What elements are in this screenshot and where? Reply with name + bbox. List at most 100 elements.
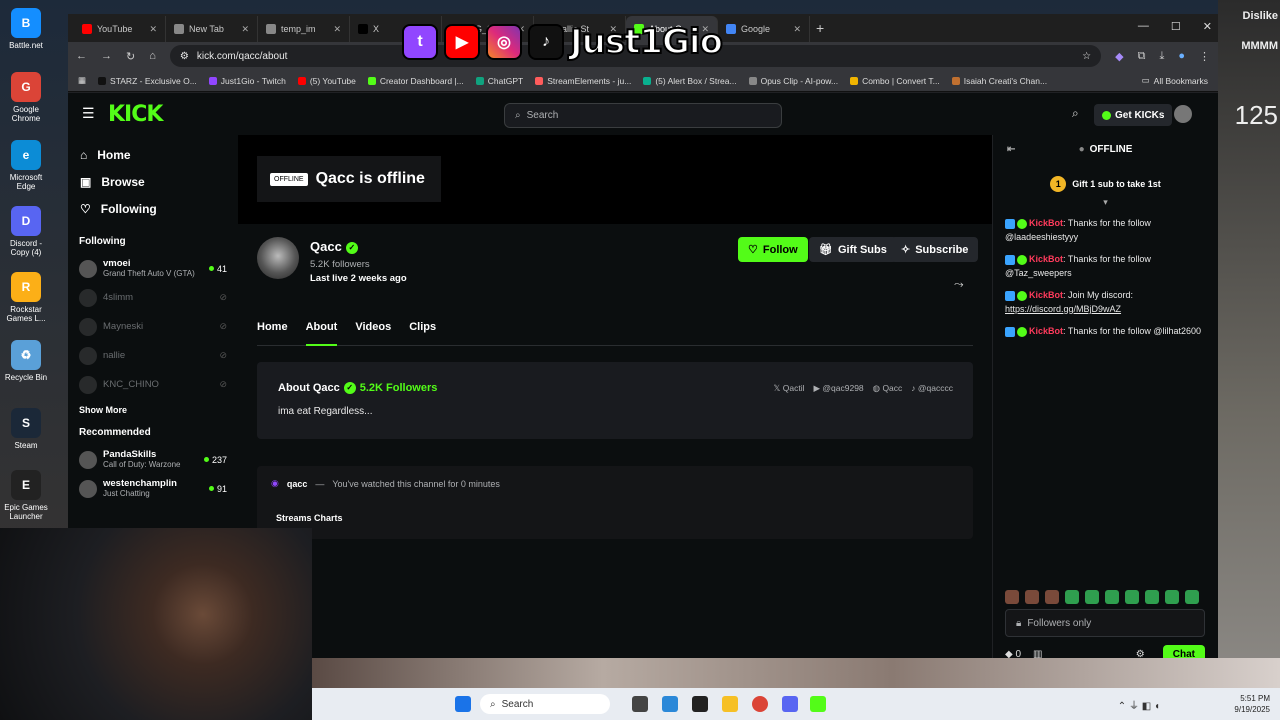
emote-icon[interactable] <box>1105 590 1119 604</box>
desktop-icon[interactable]: E Epic Games Launcher <box>4 470 48 521</box>
emote-icon[interactable] <box>1085 590 1099 604</box>
channel-item[interactable]: westenchamplin Just Chatting 91 <box>68 474 238 503</box>
tab-home[interactable]: Home <box>257 321 288 346</box>
channel-item[interactable]: Mayneski ⊘ <box>68 312 238 341</box>
channel-item[interactable]: nallie ⊘ <box>68 341 238 370</box>
sidebar-item-home[interactable]: ⌂ Home <box>68 141 238 168</box>
desktop-icon[interactable]: R Rockstar Games L... <box>4 272 48 323</box>
store-icon[interactable]: ▥ <box>1033 649 1042 659</box>
streams-charts-link[interactable]: Streams Charts <box>276 513 343 523</box>
tab-clips[interactable]: Clips <box>409 321 436 346</box>
chat-username[interactable]: KickBot <box>1029 326 1063 336</box>
search-input[interactable]: ⌕ Search <box>504 103 782 128</box>
obs-icon[interactable] <box>692 696 708 712</box>
desktop-icon[interactable]: B Battle.net <box>4 8 48 50</box>
share-icon[interactable]: ⤳ <box>954 277 964 292</box>
show-more-button[interactable]: Show More <box>68 399 238 421</box>
channel-avatar[interactable] <box>257 237 299 279</box>
desktop-icon[interactable]: ♻ Recycle Bin <box>4 340 48 382</box>
gift-leader-bar[interactable]: 1 Gift 1 sub to take 1st <box>993 171 1218 197</box>
close-tab-icon[interactable]: ✕ <box>333 24 341 35</box>
discord-icon[interactable] <box>782 696 798 712</box>
new-tab-icon[interactable]: + <box>816 20 824 36</box>
emote-icon[interactable] <box>1145 590 1159 604</box>
collapse-chat-icon[interactable]: ⇤ <box>1007 144 1015 155</box>
desktop-icon[interactable]: G Google Chrome <box>4 72 48 123</box>
desktop-icon[interactable]: S Steam <box>4 408 48 450</box>
site-info-icon[interactable]: ⚙ <box>180 51 189 62</box>
forward-icon[interactable]: → <box>101 50 112 62</box>
emote-icon[interactable] <box>1045 590 1059 604</box>
profile-icon[interactable]: ● <box>1178 50 1185 62</box>
bookmark-item[interactable]: Creator Dashboard |... <box>367 76 464 86</box>
tiktok-link[interactable]: ♪ @qacccc <box>911 383 953 394</box>
bookmark-item[interactable]: STARZ - Exclusive O... <box>98 76 197 86</box>
bookmark-star-icon[interactable]: ☆ <box>1082 51 1091 62</box>
desktop-icon[interactable]: D Discord - Copy (4) <box>4 206 48 257</box>
browser-tab[interactable]: YouTube ✕ <box>74 16 166 42</box>
extension-icon[interactable]: ◆ <box>1115 50 1123 63</box>
apps-icon[interactable]: ▦ <box>78 75 86 86</box>
settings-icon[interactable]: ⚙ <box>1136 649 1145 659</box>
bookmark-item[interactable]: Combo | Convert T... <box>850 76 940 86</box>
tray-icons[interactable]: ⌃ ⏚ ◧ ◖ <box>1118 697 1160 712</box>
windows-start-icon[interactable] <box>455 696 471 712</box>
x-link[interactable]: 𝕏 Qactil <box>774 383 805 394</box>
search-icon[interactable]: ⌕ <box>1072 106 1079 121</box>
emote-icon[interactable] <box>1065 590 1079 604</box>
bookmark-item[interactable]: Isaiah Creati's Chan... <box>951 76 1047 86</box>
menu-icon[interactable]: ⋮ <box>1199 50 1210 63</box>
close-tab-icon[interactable]: ✕ <box>793 24 801 35</box>
sidebar-item-browse[interactable]: ▣ Browse <box>68 168 238 195</box>
download-icon[interactable]: ⤓ <box>1159 50 1164 63</box>
channel-item[interactable]: vmoei Grand Theft Auto V (GTA) 41 <box>68 254 238 283</box>
close-icon[interactable]: ✕ <box>1203 20 1212 33</box>
reload-icon[interactable]: ↻ <box>126 50 135 63</box>
chat-send-button[interactable]: Chat <box>1162 644 1205 658</box>
avatar[interactable] <box>1174 105 1192 123</box>
emote-icon[interactable] <box>1185 590 1199 604</box>
task-view-icon[interactable] <box>632 696 648 712</box>
chrome-icon[interactable] <box>752 696 768 712</box>
chat-input[interactable]: 🔒︎ Followers only <box>1005 609 1205 637</box>
browser-tab[interactable]: temp_im ✕ <box>258 16 350 42</box>
expand-icon[interactable]: ▾ <box>993 197 1218 208</box>
subscribe-button[interactable]: ✧ Subscribe <box>891 237 979 262</box>
copilot-icon[interactable] <box>662 696 678 712</box>
bookmark-item[interactable]: (5) Alert Box / Strea... <box>643 76 737 86</box>
maximize-icon[interactable]: ☐ <box>1171 20 1181 33</box>
gift-subs-button[interactable]: 🎁︎ Gift Subs <box>809 237 897 262</box>
hamburger-menu-icon[interactable]: ☰ <box>82 105 95 122</box>
clock[interactable]: 5:51 PM 9/19/2025 <box>1234 693 1270 715</box>
tab-about[interactable]: About <box>305 321 338 346</box>
bookmark-item[interactable]: Opus Clip - AI-pow... <box>748 76 838 86</box>
bookmark-item[interactable]: StreamElements - ju... <box>535 76 631 86</box>
home-icon[interactable]: ⌂ <box>149 50 156 62</box>
bookmark-item[interactable]: (5) YouTube <box>297 76 356 86</box>
kick-logo[interactable]: KICK <box>108 102 163 127</box>
bookmark-item[interactable]: Just1Gio - Twitch <box>208 76 286 86</box>
puzzle-icon[interactable]: ⧉ <box>1138 50 1146 63</box>
all-bookmarks[interactable]: ▭ All Bookmarks <box>1142 75 1208 86</box>
taskbar-search[interactable]: ⌕ Search <box>480 694 610 714</box>
youtube-link[interactable]: ▶ @qac9298 <box>814 383 864 394</box>
tab-videos[interactable]: Videos <box>355 321 391 346</box>
channel-item[interactable]: KNC_CHINO ⊘ <box>68 370 238 399</box>
file-explorer-icon[interactable] <box>722 696 738 712</box>
chat-link[interactable]: https://discord.gg/MBjD9wAZ <box>1005 304 1121 314</box>
minimize-icon[interactable]: — <box>1138 20 1149 33</box>
kicks-count[interactable]: ◆ 0 <box>1005 649 1021 659</box>
bookmark-item[interactable]: ChatGPT <box>475 76 523 86</box>
emote-icon[interactable] <box>1025 590 1039 604</box>
emote-icon[interactable] <box>1165 590 1179 604</box>
chat-username[interactable]: KickBot <box>1029 218 1063 228</box>
channel-item[interactable]: PandaSkills Call of Duty: Warzone 237 <box>68 445 238 474</box>
get-kicks-button[interactable]: Get KICKs <box>1094 104 1173 126</box>
desktop-icon[interactable]: e Microsoft Edge <box>4 140 48 191</box>
chat-username[interactable]: KickBot <box>1029 254 1063 264</box>
kick-app-icon[interactable] <box>810 696 826 712</box>
emote-icon[interactable] <box>1125 590 1139 604</box>
sidebar-item-following[interactable]: ♡ Following <box>68 195 238 222</box>
close-tab-icon[interactable]: ✕ <box>241 24 249 35</box>
chat-username[interactable]: KickBot <box>1029 290 1063 300</box>
